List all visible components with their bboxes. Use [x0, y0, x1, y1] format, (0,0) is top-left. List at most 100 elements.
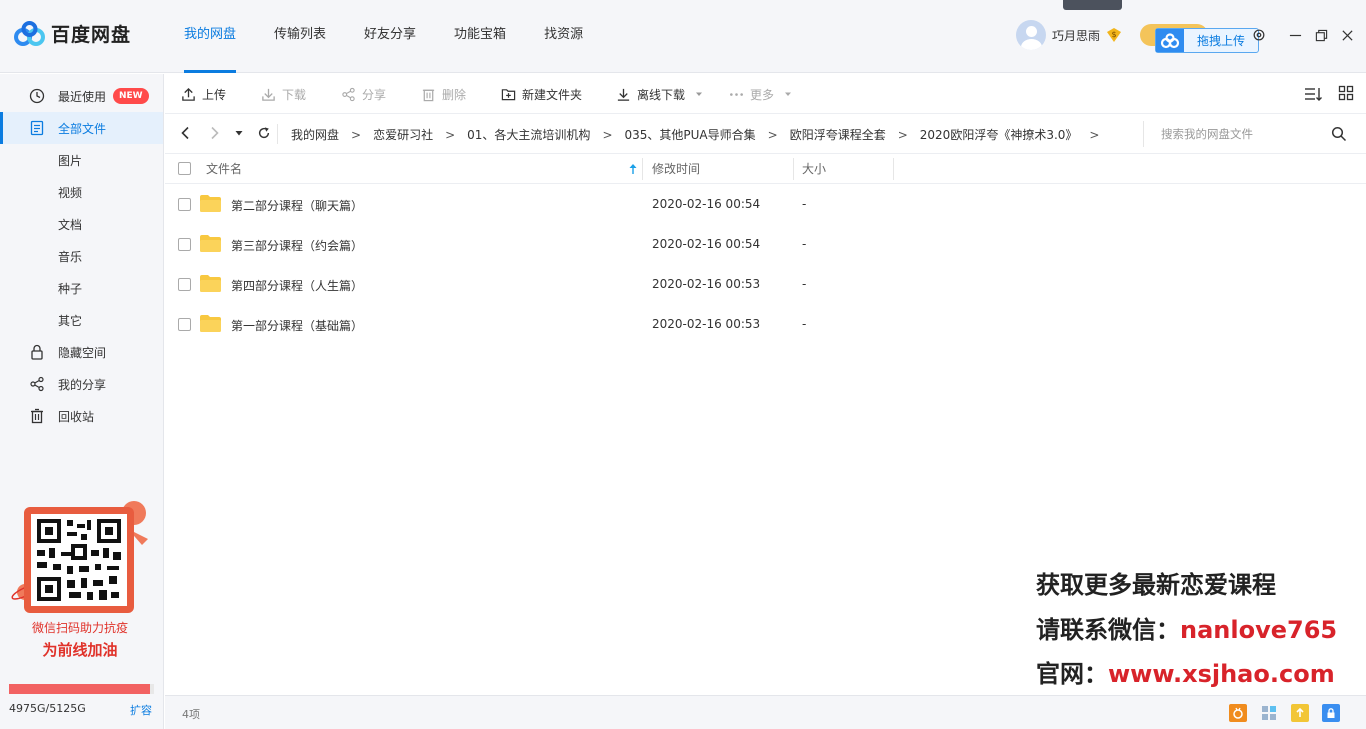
- more-button[interactable]: 更多: [729, 84, 792, 104]
- breadcrumb-item-current[interactable]: 2020欧阳浮夸《神撩术3.0》: [920, 126, 1078, 143]
- offline-download-icon: [617, 88, 630, 101]
- breadcrumb-item[interactable]: 我的网盘: [291, 126, 339, 143]
- file-name[interactable]: 第一部分课程（基础篇）: [231, 317, 363, 334]
- delete-button[interactable]: 删除: [421, 84, 466, 104]
- breadcrumb-item[interactable]: 01、各大主流培训机构: [467, 126, 590, 143]
- user-info[interactable]: 巧月思雨 $: [1016, 20, 1122, 50]
- offline-download-button[interactable]: 离线下载: [616, 84, 703, 104]
- sidebar-item-label: 种子: [58, 281, 83, 296]
- nav-friend-share[interactable]: 好友分享: [345, 0, 435, 73]
- column-header-name[interactable]: 文件名: [206, 154, 242, 184]
- avatar[interactable]: [1016, 20, 1046, 50]
- table-row[interactable]: 第四部分课程（人生篇） 2020-02-16 00:53 -: [165, 264, 1366, 304]
- drag-upload-button[interactable]: 拖拽上传: [1155, 28, 1259, 53]
- share-button[interactable]: 分享: [341, 84, 386, 104]
- sidebar-item-videos[interactable]: 视频: [0, 176, 163, 208]
- top-bar: 百度网盘 我的网盘 传输列表 好友分享 功能宝箱 找资源 巧月思雨 $ 拖拽上传: [0, 0, 1366, 73]
- file-name[interactable]: 第二部分课程（聊天篇）: [231, 197, 363, 214]
- forward-arrow-icon[interactable]: [207, 126, 221, 140]
- nav-my-netdisk[interactable]: 我的网盘: [165, 0, 255, 73]
- nav-transfer-list[interactable]: 传输列表: [255, 0, 345, 73]
- upload-label: 上传: [202, 87, 227, 102]
- storage-quota-fill: [9, 684, 150, 694]
- app-logo[interactable]: 百度网盘: [14, 20, 131, 47]
- file-name[interactable]: 第三部分课程（约会篇）: [231, 237, 363, 254]
- sidebar-item-label: 我的分享: [58, 377, 107, 392]
- apps-grid-icon[interactable]: [1260, 704, 1278, 722]
- watermark-wechat-id: nanlove765: [1180, 616, 1338, 644]
- new-folder-icon: [501, 88, 516, 100]
- close-button[interactable]: [1334, 24, 1360, 46]
- file-size: -: [802, 277, 807, 291]
- row-checkbox[interactable]: [178, 238, 191, 251]
- sidebar-item-music[interactable]: 音乐: [0, 240, 163, 272]
- select-all-checkbox[interactable]: [178, 162, 191, 175]
- sidebar-item-label: 其它: [58, 313, 83, 328]
- settings-button[interactable]: [1246, 24, 1272, 46]
- sidebar-item-hidden-space[interactable]: 隐藏空间: [0, 336, 163, 368]
- breadcrumb-item[interactable]: 恋爱研习社: [373, 126, 433, 143]
- watermark-website: www.xsjhao.com: [1108, 660, 1335, 688]
- watermark-prefix: 请联系微信：: [1036, 616, 1180, 644]
- breadcrumb-item[interactable]: 035、其他PUA导师合集: [625, 126, 756, 143]
- sidebar-item-all-files[interactable]: 全部文件: [0, 112, 163, 144]
- download-icon: [262, 88, 275, 101]
- sidebar-item-images[interactable]: 图片: [0, 144, 163, 176]
- column-separator[interactable]: [893, 158, 894, 180]
- row-checkbox[interactable]: [178, 278, 191, 291]
- refresh-icon[interactable]: [257, 126, 271, 140]
- column-header-size[interactable]: 大小: [802, 154, 826, 184]
- sidebar-item-recycle-bin[interactable]: 回收站: [0, 400, 163, 432]
- storage-quota-text: 4975G/5125G: [9, 702, 86, 715]
- promo-banner[interactable]: 微信扫码助力抗疫 为前线加油: [10, 499, 155, 664]
- row-checkbox[interactable]: [178, 318, 191, 331]
- file-name[interactable]: 第四部分课程（人生篇）: [231, 277, 363, 294]
- table-row[interactable]: 第三部分课程（约会篇） 2020-02-16 00:54 -: [165, 224, 1366, 264]
- new-folder-button[interactable]: 新建文件夹: [501, 84, 582, 104]
- restore-icon: [1315, 29, 1327, 41]
- sidebar-item-recent[interactable]: 最近使用 NEW: [0, 80, 163, 112]
- gear-icon: [1253, 29, 1265, 41]
- watermark-text: 获取更多最新恋爱课程: [1036, 571, 1276, 599]
- row-checkbox[interactable]: [178, 198, 191, 211]
- minimize-button[interactable]: [1282, 24, 1308, 46]
- sidebar-item-my-shares[interactable]: 我的分享: [0, 368, 163, 400]
- sidebar-item-label: 音乐: [58, 249, 83, 264]
- breadcrumb-separator: >: [445, 127, 456, 142]
- column-separator[interactable]: [642, 158, 643, 180]
- trash-icon: [422, 89, 435, 101]
- file-size: -: [802, 237, 807, 251]
- breadcrumb-item[interactable]: 欧阳浮夸课程全套: [790, 126, 886, 143]
- sort-icon[interactable]: [1304, 85, 1322, 103]
- upload-folder-icon[interactable]: [1291, 704, 1309, 722]
- expand-storage-link[interactable]: 扩容: [130, 702, 152, 718]
- table-row[interactable]: 第一部分课程（基础篇） 2020-02-16 00:53 -: [165, 304, 1366, 344]
- breadcrumb-separator[interactable]: >: [1089, 128, 1099, 142]
- folder-icon: [200, 235, 221, 252]
- nav-find-resources[interactable]: 找资源: [525, 0, 602, 73]
- sort-ascending-icon[interactable]: [628, 163, 638, 175]
- nav-toolbox[interactable]: 功能宝箱: [435, 0, 525, 73]
- file-list-header: 文件名 修改时间 大小: [165, 154, 1366, 184]
- sidebar-item-label: 视频: [58, 185, 83, 200]
- medal-icon[interactable]: [1229, 704, 1247, 722]
- sidebar-item-others[interactable]: 其它: [0, 304, 163, 336]
- floating-speed-widget[interactable]: [1063, 0, 1122, 10]
- lock-icon[interactable]: [1322, 704, 1340, 722]
- column-header-modified[interactable]: 修改时间: [652, 154, 700, 184]
- history-dropdown-icon[interactable]: [235, 129, 243, 137]
- restore-button[interactable]: [1308, 24, 1334, 46]
- download-button[interactable]: 下载: [261, 84, 306, 104]
- back-arrow-icon[interactable]: [179, 126, 193, 140]
- file-modified: 2020-02-16 00:53: [652, 277, 761, 291]
- search-icon[interactable]: [1331, 126, 1347, 142]
- vip-coin-icon[interactable]: $: [1106, 27, 1122, 43]
- table-row[interactable]: 第二部分课程（聊天篇） 2020-02-16 00:54 -: [165, 184, 1366, 224]
- search-input[interactable]: [1144, 127, 1314, 141]
- upload-button[interactable]: 上传: [181, 84, 226, 104]
- username[interactable]: 巧月思雨: [1052, 27, 1100, 44]
- column-separator[interactable]: [793, 158, 794, 180]
- sidebar-item-torrents[interactable]: 种子: [0, 272, 163, 304]
- sidebar-item-documents[interactable]: 文档: [0, 208, 163, 240]
- grid-view-icon[interactable]: [1338, 85, 1354, 101]
